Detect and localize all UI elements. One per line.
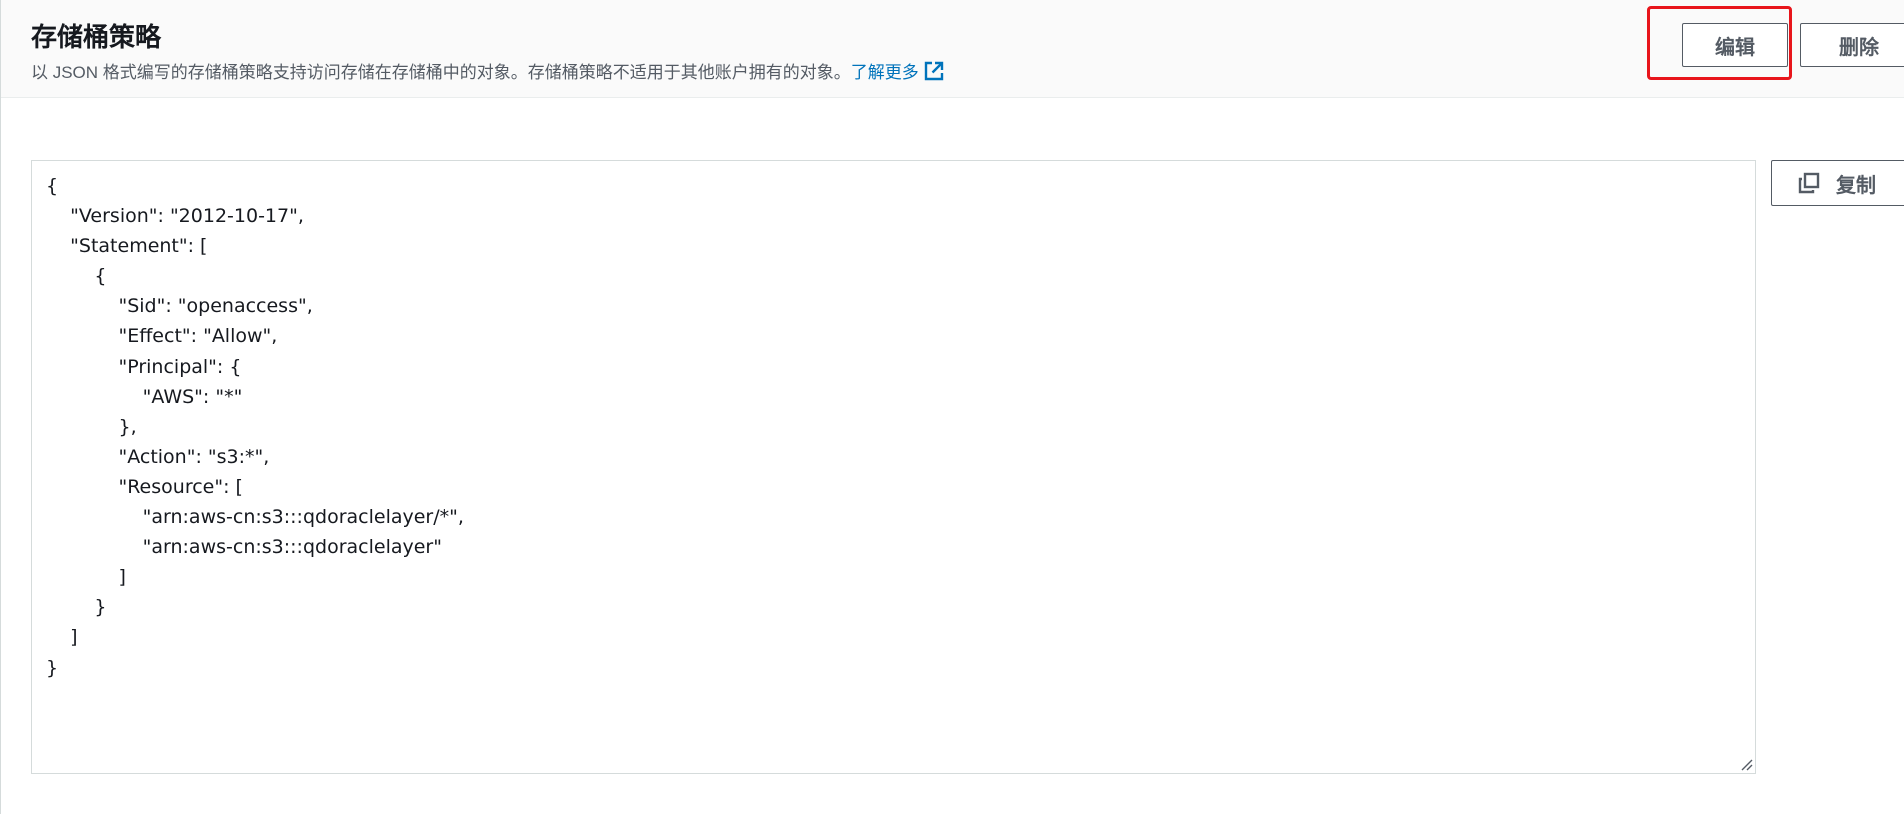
copy-label: 复制 [1836,174,1876,197]
learn-more-label: 了解更多 [850,63,919,82]
copy-icon [1798,172,1820,194]
resize-grip-icon[interactable] [1739,757,1753,771]
panel-description: 以 JSON 格式编写的存储桶策略支持访问存储在存储桶中的对象。存储桶策略不适用… [31,60,945,85]
delete-button[interactable]: 删除 [1800,23,1904,67]
description-text: 以 JSON 格式编写的存储桶策略支持访问存储在存储桶中的对象。存储桶策略不适用… [31,63,851,82]
page-title: 存储桶策略 [31,22,162,52]
copy-button[interactable]: 复制 [1771,160,1904,206]
panel-header: 存储桶策略 以 JSON 格式编写的存储桶策略支持访问存储在存储桶中的对象。存储… [1,0,1904,98]
learn-more-link[interactable]: 了解更多 [850,61,945,82]
bucket-policy-panel: 存储桶策略 以 JSON 格式编写的存储桶策略支持访问存储在存储桶中的对象。存储… [0,0,1904,814]
edit-button[interactable]: 编辑 [1682,23,1788,67]
external-link-icon [924,61,943,81]
policy-json-text[interactable]: { "Version": "2012-10-17", "Statement": … [46,171,464,683]
policy-editor[interactable]: { "Version": "2012-10-17", "Statement": … [31,160,1756,774]
